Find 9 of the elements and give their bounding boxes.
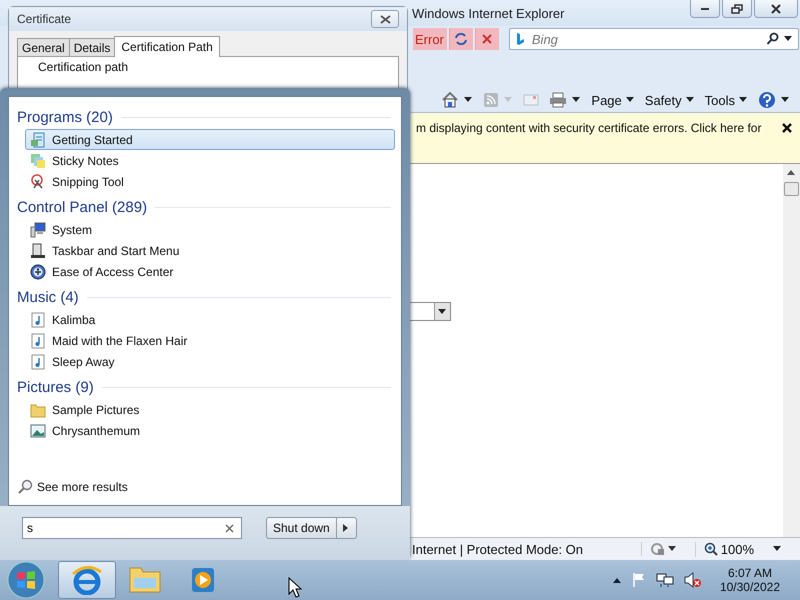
security-zone: Internet | Protected Mode: On bbox=[412, 542, 584, 556]
group-label: Certification path bbox=[38, 60, 128, 74]
section-heading: Programs (20) bbox=[17, 108, 113, 126]
window-title: Windows Internet Explorer bbox=[412, 6, 564, 20]
section-heading: Control Panel (289) bbox=[17, 198, 148, 216]
dialog-title: Certificate bbox=[17, 12, 72, 26]
section-heading: Music (4) bbox=[17, 288, 79, 306]
section-heading: Pictures (9) bbox=[17, 378, 94, 396]
info-bar-text: m displaying content with security certificate errors. Click here for bbox=[416, 121, 762, 135]
